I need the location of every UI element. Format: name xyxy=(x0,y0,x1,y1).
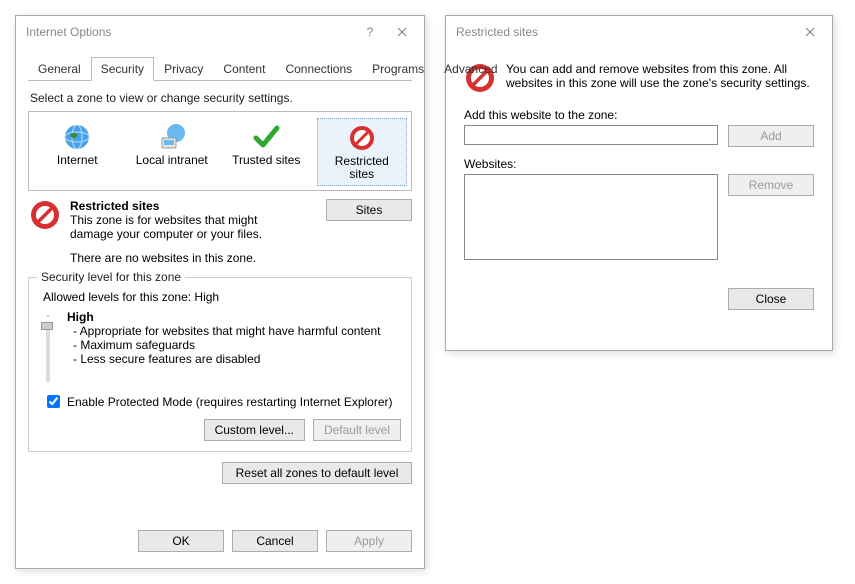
restricted-icon xyxy=(320,121,405,155)
level-d2: - Maximum safeguards xyxy=(73,338,401,352)
tab-content[interactable]: Content xyxy=(213,57,275,81)
zone-intro: Select a zone to view or change security… xyxy=(30,91,410,105)
checkmark-icon xyxy=(224,120,309,154)
sites-button[interactable]: Sites xyxy=(326,199,412,221)
titlebar: Internet Options ? xyxy=(16,16,424,48)
default-level-button[interactable]: Default level xyxy=(313,419,401,441)
security-level-legend: Security level for this zone xyxy=(37,270,185,284)
zone-restricted-l2: sites xyxy=(349,167,374,181)
window-title-restricted: Restricted sites xyxy=(456,25,538,39)
apply-button[interactable]: Apply xyxy=(326,530,412,552)
cancel-button[interactable]: Cancel xyxy=(232,530,318,552)
zone-desc-title: Restricted sites xyxy=(70,199,318,213)
websites-label: Websites: xyxy=(464,157,814,171)
reset-zones-button[interactable]: Reset all zones to default level xyxy=(222,462,412,484)
protected-mode-label: Enable Protected Mode (requires restarti… xyxy=(67,395,393,409)
zone-description-row: Restricted sites This zone is for websit… xyxy=(28,199,412,265)
close-button[interactable] xyxy=(388,22,416,42)
zone-desc-line1: This zone is for websites that might xyxy=(70,213,318,227)
custom-level-button[interactable]: Custom level... xyxy=(204,419,305,441)
add-website-input[interactable] xyxy=(464,125,718,145)
zone-trusted-label: Trusted sites xyxy=(224,154,309,167)
security-level-slider[interactable]: - xyxy=(39,310,57,382)
add-website-label: Add this website to the zone: xyxy=(464,108,814,122)
protected-mode-checkbox[interactable] xyxy=(47,395,60,408)
restricted-intro-text: You can add and remove websites from thi… xyxy=(506,62,814,94)
zone-restricted-l1: Restricted xyxy=(335,154,389,168)
close-button-restricted[interactable] xyxy=(796,22,824,42)
intranet-icon xyxy=(130,120,215,154)
level-d1: - Appropriate for websites that might ha… xyxy=(73,324,401,338)
tabs: General Security Privacy Content Connect… xyxy=(28,56,412,81)
zone-restricted-label: Restricted sites xyxy=(320,155,405,181)
close-icon xyxy=(397,27,407,37)
zone-selector: Internet Local intranet Trusted sites xyxy=(28,111,412,191)
window-title: Internet Options xyxy=(26,25,111,39)
websites-listbox[interactable] xyxy=(464,174,718,260)
tab-general[interactable]: General xyxy=(28,57,91,81)
add-website-button[interactable]: Add xyxy=(728,125,814,147)
security-level-group: Security level for this zone Allowed lev… xyxy=(28,277,412,452)
zone-restricted[interactable]: Restricted sites xyxy=(317,118,408,186)
close-dialog-button[interactable]: Close xyxy=(728,288,814,310)
tab-privacy[interactable]: Privacy xyxy=(154,57,213,81)
tab-connections[interactable]: Connections xyxy=(275,57,362,81)
zone-trusted[interactable]: Trusted sites xyxy=(222,118,311,186)
zone-intranet[interactable]: Local intranet xyxy=(128,118,217,186)
zone-internet[interactable]: Internet xyxy=(33,118,122,186)
remove-website-button[interactable]: Remove xyxy=(728,174,814,196)
ok-button[interactable]: OK xyxy=(138,530,224,552)
level-d3: - Less secure features are disabled xyxy=(73,352,401,366)
titlebar-restricted: Restricted sites xyxy=(446,16,832,48)
zone-desc-line2: damage your computer or your files. xyxy=(70,227,318,241)
tab-programs[interactable]: Programs xyxy=(362,57,434,81)
zone-desc-empty: There are no websites in this zone. xyxy=(70,251,318,265)
globe-icon xyxy=(35,120,120,154)
zone-internet-label: Internet xyxy=(35,154,120,167)
help-button[interactable]: ? xyxy=(356,22,384,42)
restricted-icon-large xyxy=(28,199,62,265)
level-description: High - Appropriate for websites that mig… xyxy=(67,310,401,382)
tab-advanced[interactable]: Advanced xyxy=(434,57,507,81)
zone-intranet-label: Local intranet xyxy=(130,154,215,167)
allowed-levels: Allowed levels for this zone: High xyxy=(43,290,401,304)
close-icon xyxy=(805,27,815,37)
level-name: High xyxy=(67,310,401,324)
tab-security[interactable]: Security xyxy=(91,57,154,81)
internet-options-dialog: Internet Options ? General Security Priv… xyxy=(15,15,425,569)
